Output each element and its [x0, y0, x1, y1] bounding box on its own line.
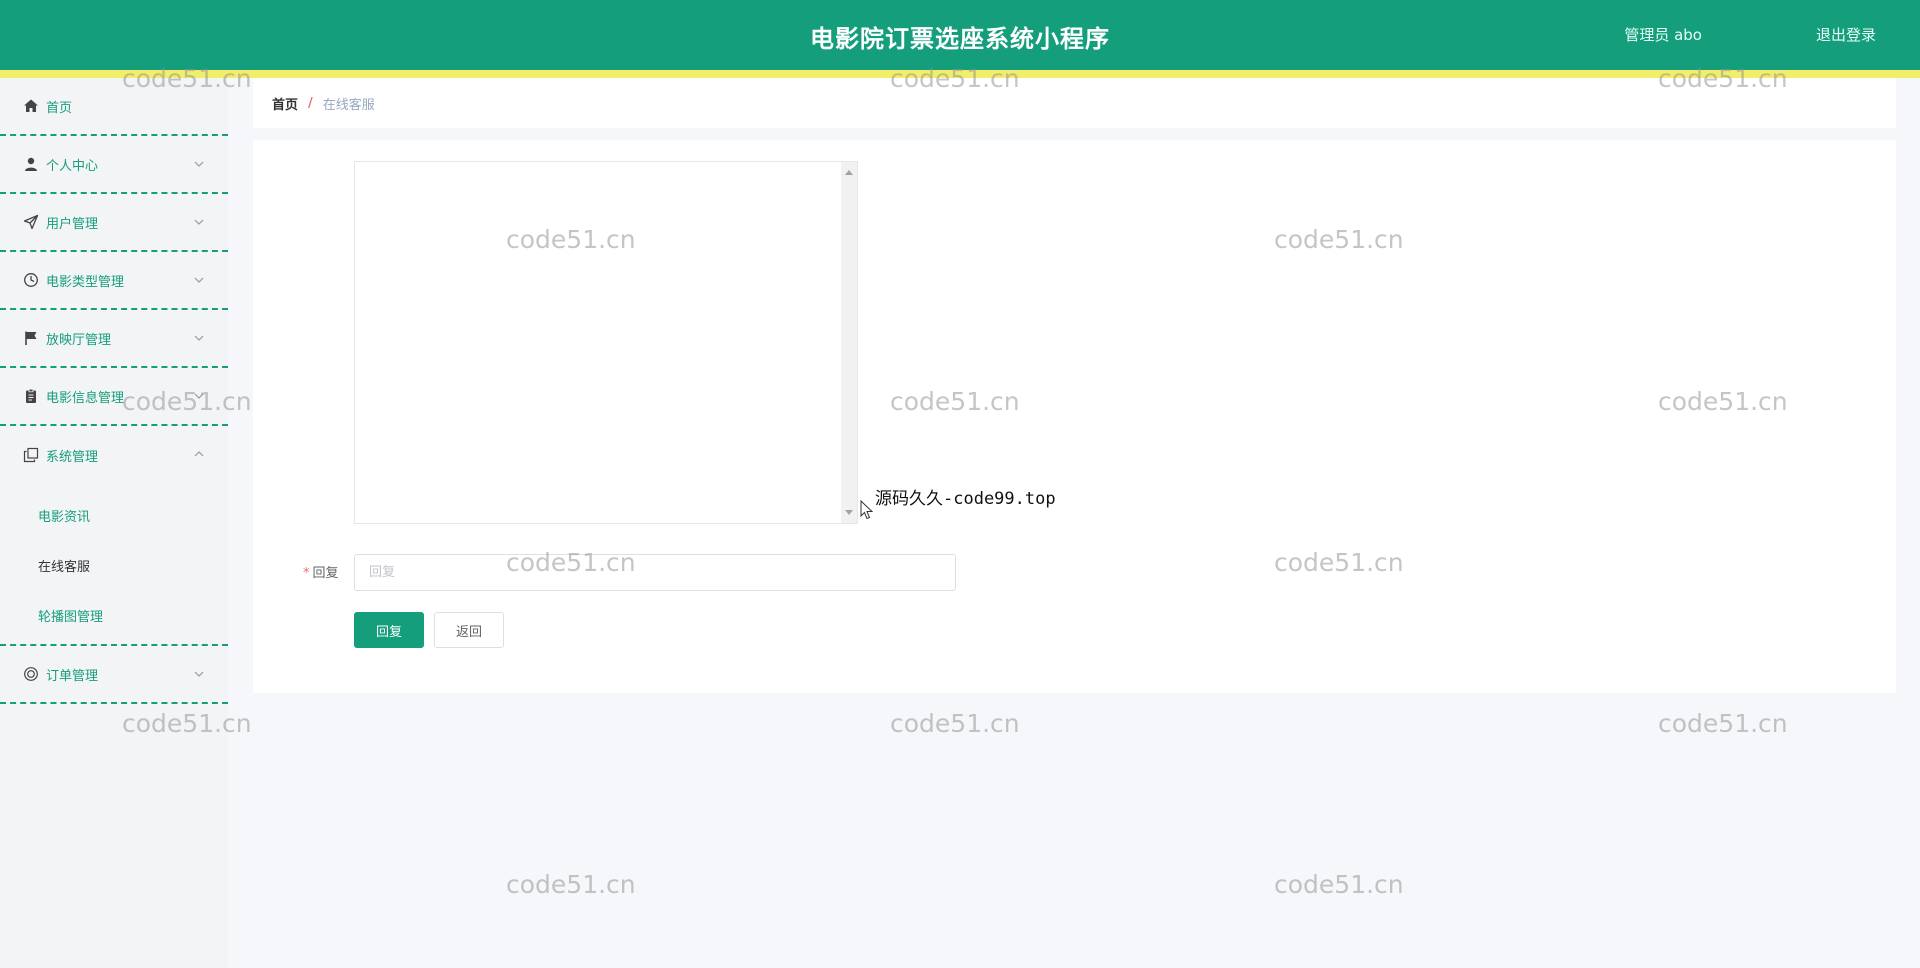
- reply-input[interactable]: [354, 554, 956, 591]
- sidebar-item-label: 电影信息管理: [46, 390, 125, 406]
- watermark: code51.cn: [506, 870, 636, 899]
- sidebar-item-order-management[interactable]: 订单管理: [0, 646, 228, 704]
- flag-icon: [22, 329, 40, 347]
- top-header: 电影院订票选座系统小程序 管理员 abo 退出登录: [0, 0, 1920, 70]
- submenu-item-movie-news[interactable]: 电影资讯: [0, 490, 228, 540]
- sidebar-item-label: 个人中心: [46, 158, 99, 174]
- sidebar: 首页 个人中心 用户管理 电影类型管理 放映厅管理 电影信息管理 系统管理 电影…: [0, 78, 228, 968]
- chat-history-box[interactable]: [354, 161, 858, 524]
- chevron-down-icon: [192, 214, 206, 228]
- breadcrumb: 首页 / 在线客服: [253, 78, 1896, 128]
- chevron-down-icon: [192, 666, 206, 680]
- chat-card: 源码久久-code99.top *回复 回复 返回: [253, 140, 1896, 693]
- breadcrumb-current: 在线客服: [322, 97, 375, 113]
- watermark: code51.cn: [890, 709, 1020, 738]
- chevron-down-icon: [192, 330, 206, 344]
- sidebar-item-system-management[interactable]: 系统管理: [0, 426, 228, 484]
- sidebar-item-personal-center[interactable]: 个人中心: [0, 136, 228, 194]
- back-button[interactable]: 返回: [434, 612, 504, 648]
- send-icon: [22, 213, 40, 231]
- system-submenu: 电影资讯 在线客服 轮播图管理: [0, 484, 228, 646]
- clock-icon: [22, 271, 40, 289]
- chevron-up-icon: [192, 446, 206, 460]
- sidebar-item-label: 系统管理: [46, 449, 99, 465]
- breadcrumb-separator: /: [308, 95, 313, 111]
- clipboard-icon: [22, 387, 40, 405]
- chat-scrollbar[interactable]: [841, 162, 857, 523]
- reply-label-text: 回复: [312, 566, 339, 581]
- sidebar-item-label: 用户管理: [46, 216, 99, 232]
- submenu-item-carousel-management[interactable]: 轮播图管理: [0, 590, 228, 640]
- sidebar-item-label: 电影类型管理: [46, 274, 125, 290]
- sidebar-item-movie-type-management[interactable]: 电影类型管理: [0, 252, 228, 310]
- watermark: code51.cn: [1274, 870, 1404, 899]
- scroll-down-arrow-icon[interactable]: [845, 510, 853, 515]
- target-icon: [22, 665, 40, 683]
- copy-icon: [22, 446, 40, 464]
- sidebar-item-user-management[interactable]: 用户管理: [0, 194, 228, 252]
- chevron-down-icon: [192, 272, 206, 286]
- reply-button[interactable]: 回复: [354, 612, 424, 648]
- watermark: code51.cn: [1658, 709, 1788, 738]
- home-icon: [22, 97, 40, 115]
- sidebar-item-label: 放映厅管理: [46, 332, 112, 348]
- header-accent-stripe: [0, 70, 1920, 78]
- sidebar-item-hall-management[interactable]: 放映厅管理: [0, 310, 228, 368]
- required-mark: *: [303, 566, 310, 581]
- reply-label: * 回复: [303, 562, 339, 581]
- sidebar-item-movie-info-management[interactable]: 电影信息管理: [0, 368, 228, 426]
- current-user: 管理员 abo: [1624, 26, 1702, 44]
- chevron-down-icon: [192, 388, 206, 402]
- source-watermark-text: 源码久久-code99.top: [875, 489, 1056, 509]
- submenu-item-online-service[interactable]: 在线客服: [0, 540, 228, 590]
- scroll-up-arrow-icon[interactable]: [845, 170, 853, 175]
- sidebar-item-home[interactable]: 首页: [0, 78, 228, 136]
- logout-link[interactable]: 退出登录: [1816, 24, 1876, 45]
- sidebar-item-label: 订单管理: [46, 668, 99, 684]
- breadcrumb-home[interactable]: 首页: [272, 94, 298, 113]
- chevron-down-icon: [192, 156, 206, 170]
- mouse-cursor-icon: [860, 500, 874, 520]
- user-icon: [22, 155, 40, 173]
- sidebar-item-label: 首页: [46, 100, 73, 116]
